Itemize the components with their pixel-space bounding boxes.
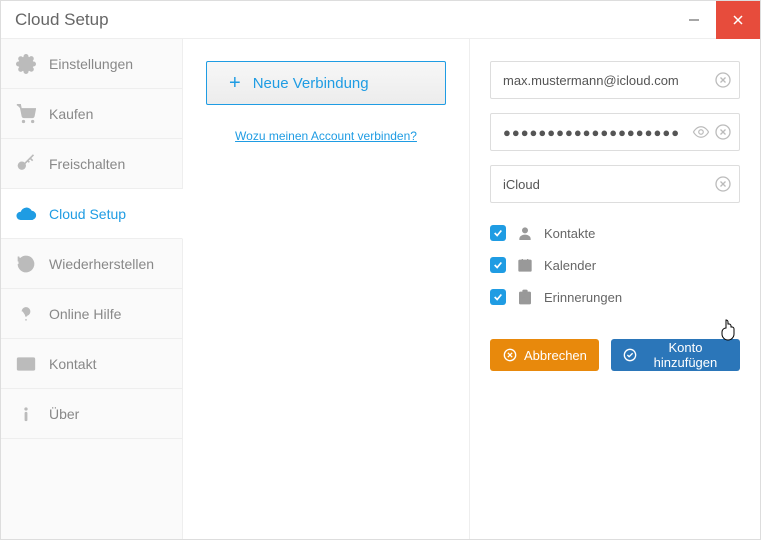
confirm-icon (623, 347, 637, 363)
window-title: Cloud Setup (15, 10, 672, 30)
email-input[interactable] (490, 61, 740, 99)
sidebar-item-buy[interactable]: Kaufen (1, 89, 182, 139)
sync-label: Kontakte (544, 226, 595, 241)
account-form: Kontakte Kalender (470, 39, 760, 539)
new-connection-label: Neue Verbindung (253, 75, 369, 92)
sync-label: Erinnerungen (544, 290, 622, 305)
add-account-button[interactable]: Konto hinzufügen (611, 339, 740, 371)
contacts-checkbox[interactable] (490, 225, 506, 241)
why-connect-link[interactable]: Wozu meinen Account verbinden? (235, 129, 417, 143)
cancel-label: Abbrechen (524, 348, 587, 363)
sidebar-item-help[interactable]: Online Hilfe (1, 289, 182, 339)
email-row (490, 61, 740, 99)
sidebar-item-label: Wiederherstellen (49, 256, 154, 272)
service-row (490, 165, 740, 203)
sidebar-item-label: Kontakt (49, 356, 96, 372)
plus-icon: + (229, 72, 241, 95)
contacts-icon (516, 224, 534, 242)
cart-icon (15, 103, 37, 125)
sidebar: Einstellungen Kaufen Freischalten Cloud … (1, 39, 183, 539)
cloud-icon (15, 203, 37, 225)
sync-reminders-row: Erinnerungen (490, 281, 740, 313)
sidebar-item-label: Kaufen (49, 106, 93, 122)
gear-icon (15, 53, 37, 75)
sidebar-item-cloud-setup[interactable]: Cloud Setup (1, 189, 183, 239)
titlebar: Cloud Setup (1, 1, 760, 39)
reminders-checkbox[interactable] (490, 289, 506, 305)
button-row: Abbrechen Konto hinzufügen (490, 339, 740, 371)
sidebar-item-settings[interactable]: Einstellungen (1, 39, 182, 89)
mail-icon (15, 353, 37, 375)
confirm-label: Konto hinzufügen (643, 340, 728, 370)
clear-password-icon[interactable] (714, 123, 732, 141)
calendar-checkbox[interactable] (490, 257, 506, 273)
sidebar-item-contact[interactable]: Kontakt (1, 339, 182, 389)
sync-contacts-row: Kontakte (490, 217, 740, 249)
show-password-icon[interactable] (692, 123, 710, 141)
cancel-button[interactable]: Abbrechen (490, 339, 599, 371)
new-connection-button[interactable]: + Neue Verbindung (206, 61, 446, 105)
sidebar-item-label: Cloud Setup (49, 206, 126, 222)
sync-calendar-row: Kalender (490, 249, 740, 281)
sidebar-item-about[interactable]: Über (1, 389, 182, 439)
info-icon (15, 403, 37, 425)
minimize-button[interactable] (672, 1, 716, 39)
cancel-icon (502, 347, 518, 363)
sidebar-item-label: Online Hilfe (49, 306, 121, 322)
connections-panel: + Neue Verbindung Wozu meinen Account ve… (183, 39, 470, 539)
clear-email-icon[interactable] (714, 71, 732, 89)
clear-service-icon[interactable] (714, 175, 732, 193)
calendar-icon (516, 256, 534, 274)
sidebar-item-label: Über (49, 406, 79, 422)
sidebar-item-unlock[interactable]: Freischalten (1, 139, 182, 189)
sync-options: Kontakte Kalender (490, 217, 740, 313)
sync-label: Kalender (544, 258, 596, 273)
password-row (490, 113, 740, 151)
sidebar-item-label: Einstellungen (49, 56, 133, 72)
service-input[interactable] (490, 165, 740, 203)
close-button[interactable] (716, 1, 760, 39)
sidebar-item-restore[interactable]: Wiederherstellen (1, 239, 182, 289)
key-icon (15, 153, 37, 175)
restore-icon (15, 253, 37, 275)
sidebar-item-label: Freischalten (49, 156, 125, 172)
help-icon (15, 303, 37, 325)
reminders-icon (516, 288, 534, 306)
